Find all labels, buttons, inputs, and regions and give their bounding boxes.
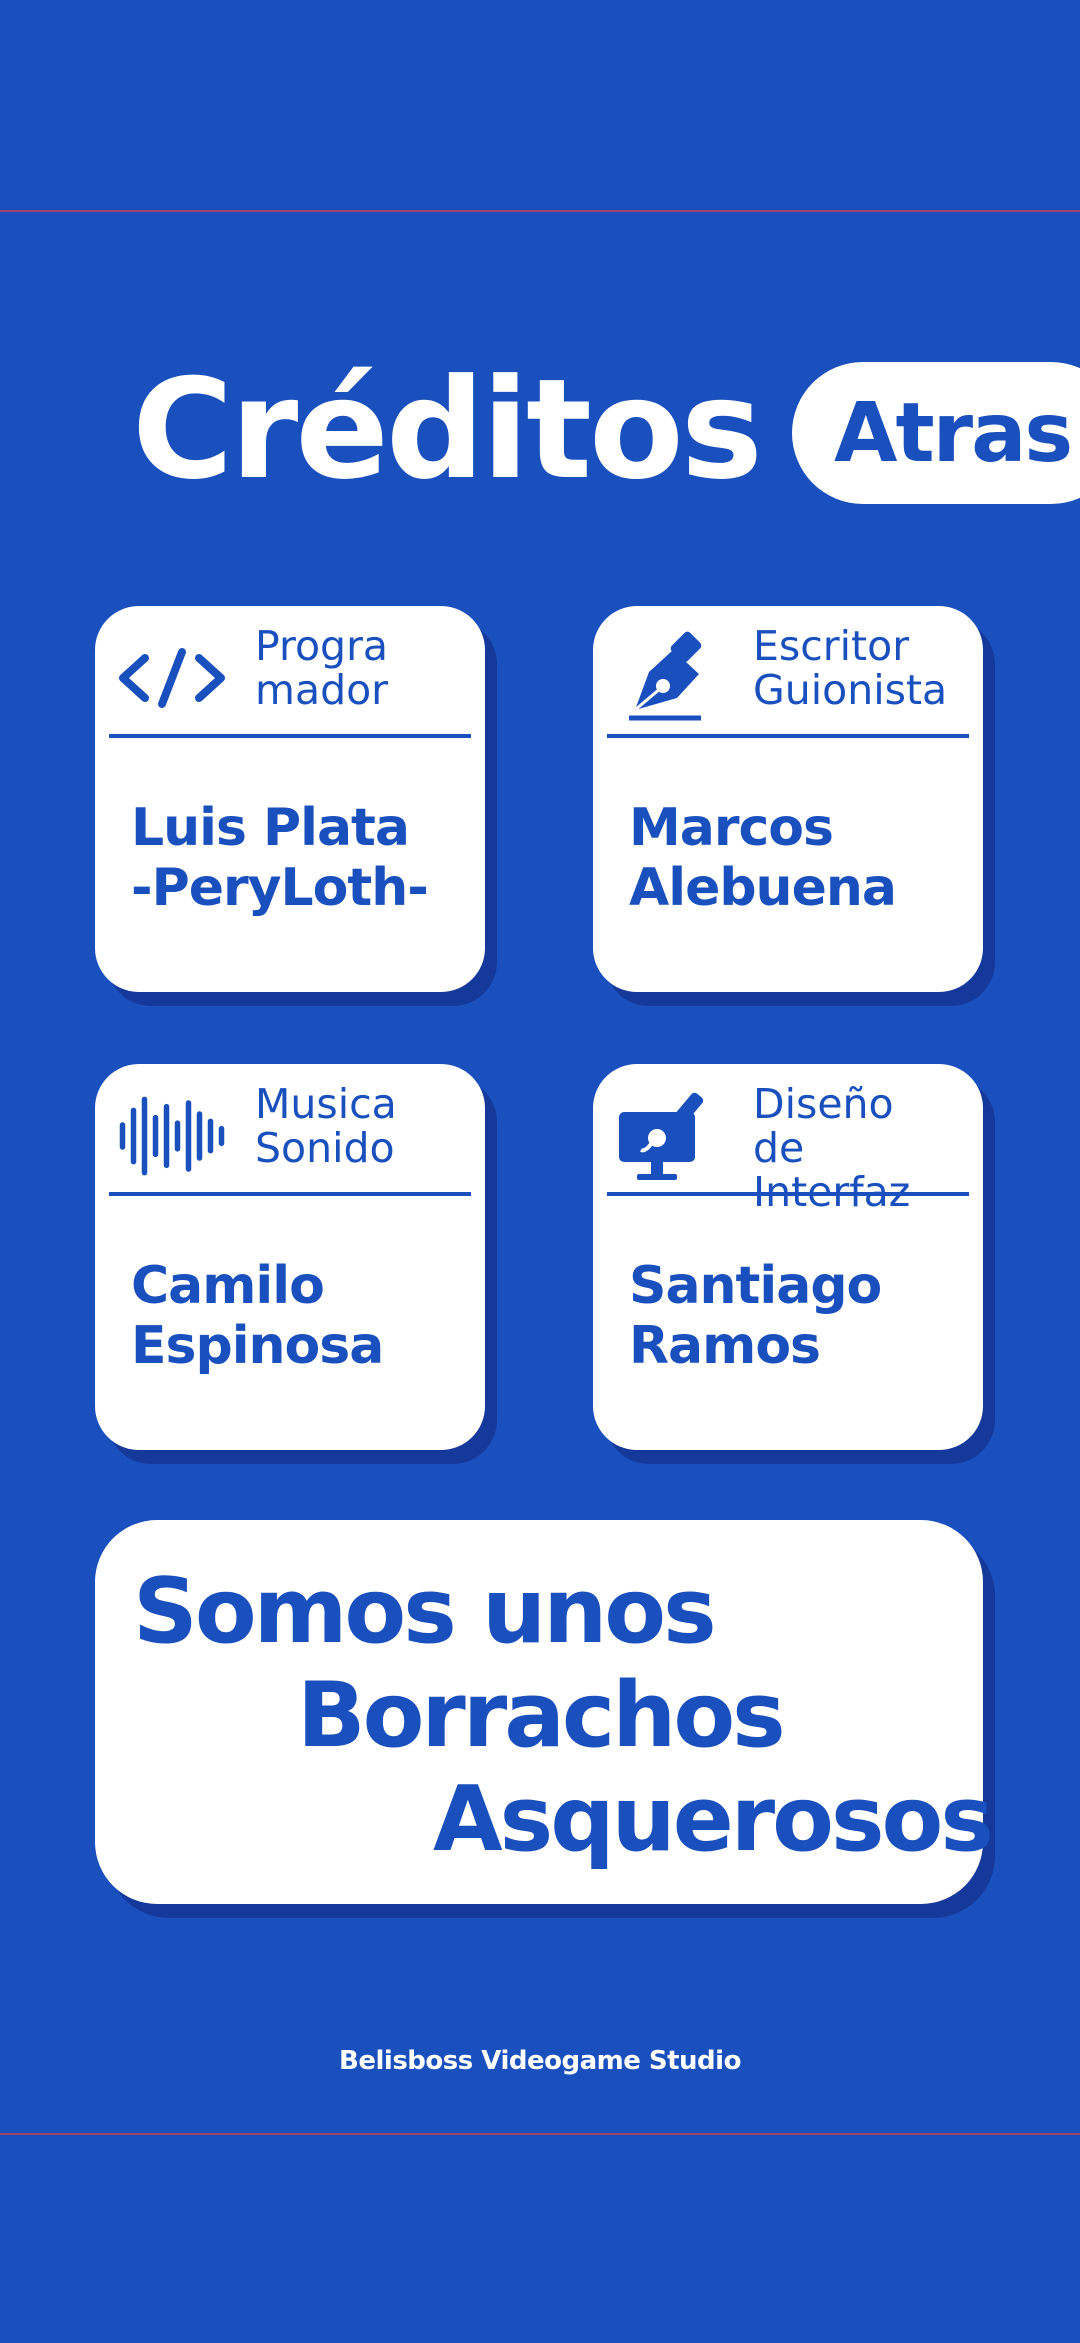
- slogan-line-2: Borrachos: [297, 1663, 786, 1768]
- card-divider: [109, 734, 471, 738]
- role-line-2: mador: [255, 666, 389, 714]
- role-line-2: Guionista: [753, 666, 948, 714]
- credit-card-programmer: Progra mador Luis Plata -PeryLoth-: [95, 606, 485, 992]
- role-label: Musica Sonido: [255, 1082, 455, 1170]
- guide-line-top: [0, 210, 1080, 212]
- card-divider: [607, 734, 969, 738]
- studio-footer: Belisboss Videogame Studio: [339, 2046, 741, 2076]
- role-line-2: Sonido: [255, 1124, 395, 1172]
- slogan-card: Somos unos Borrachos Asquerosos: [95, 1520, 994, 1904]
- slogan-line-3: Asquerosos: [433, 1767, 994, 1872]
- person-name: Santiago Ramos: [629, 1256, 882, 1376]
- code-icon: [117, 628, 227, 728]
- slogan-line-1: Somos unos: [133, 1559, 717, 1664]
- person-name: Marcos Alebuena: [629, 798, 897, 918]
- role-label: Progra mador: [255, 624, 455, 712]
- role-line-1: Escritor: [753, 622, 910, 670]
- role-line-1: Diseño de: [753, 1080, 894, 1172]
- credit-card-music: Musica Sonido Camilo Espinosa: [95, 1064, 485, 1450]
- credit-card-writer: Escritor Guionista Marcos Alebuena: [593, 606, 983, 992]
- monitor-brush-icon: [615, 1086, 725, 1186]
- back-button-label: Atras: [834, 385, 1073, 481]
- card-divider: [109, 1192, 471, 1196]
- role-line-1: Progra: [255, 622, 389, 670]
- back-button[interactable]: Atras: [792, 362, 1080, 504]
- person-name: Luis Plata -PeryLoth-: [131, 798, 429, 918]
- credit-card-ui-design: Diseño de Interfaz Santiago Ramos: [593, 1064, 983, 1450]
- person-name: Camilo Espinosa: [131, 1256, 384, 1376]
- page-title: Créditos: [132, 349, 763, 510]
- card-divider: [607, 1192, 969, 1196]
- guide-line-bottom: [0, 2133, 1080, 2135]
- pen-nib-icon: [615, 628, 725, 728]
- role-label: Escritor Guionista: [753, 624, 953, 712]
- role-line-1: Musica: [255, 1080, 397, 1128]
- sound-wave-icon: [117, 1086, 227, 1186]
